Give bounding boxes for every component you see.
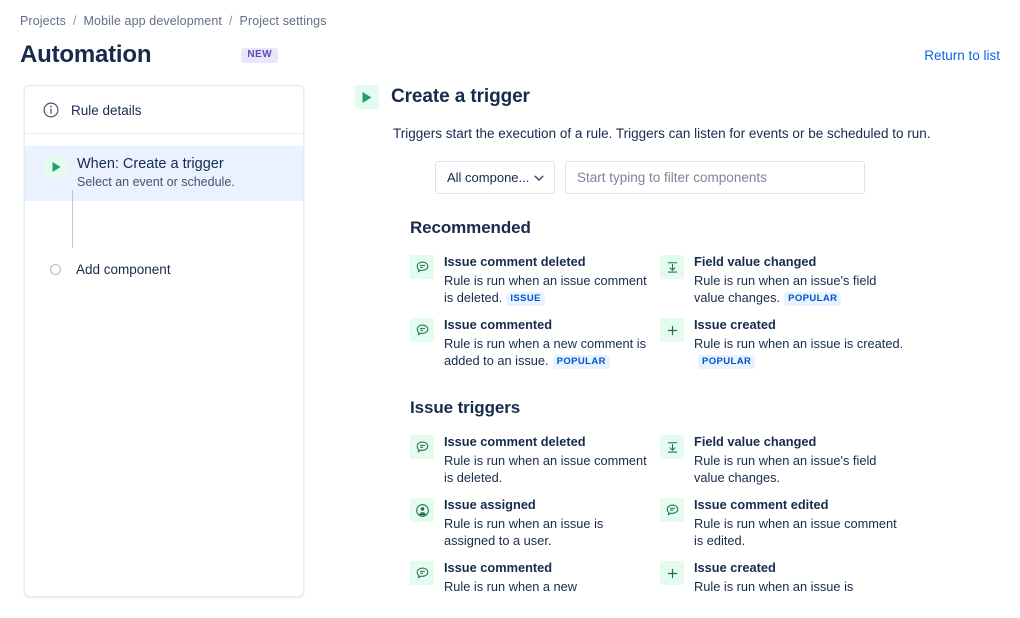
component-filter-input[interactable] (565, 161, 865, 194)
trigger-item[interactable]: Issue commented Rule is run when a new c… (410, 311, 660, 374)
empty-circle-icon (50, 264, 61, 275)
new-badge: NEW (241, 47, 279, 63)
trigger-description: Rule is run when a new comment is added … (444, 336, 646, 368)
trigger-tag: POPULAR (784, 292, 842, 306)
trigger-description: Rule is run when an issue comment is edi… (694, 516, 897, 548)
trigger-description: Rule is run when an issue is created. (694, 336, 904, 351)
trigger-name: Issue created (694, 317, 776, 332)
page-title: Automation (20, 41, 152, 68)
trigger-item[interactable]: Issue comment edited Rule is run when an… (660, 491, 910, 554)
trigger-item[interactable]: Issue assigned Rule is run when an issue… (410, 491, 660, 554)
comment-icon (660, 498, 684, 522)
trigger-name: Issue comment deleted (444, 254, 586, 269)
component-type-select[interactable]: All compone... (435, 161, 555, 194)
trigger-description: Rule is run when a new (444, 579, 578, 594)
rule-tree: When: Create a trigger Select an event o… (25, 134, 303, 285)
trigger-description: Rule is run when an issue is assigned to… (444, 516, 604, 548)
info-icon (43, 102, 59, 118)
trigger-description: Rule is run when an issue comment is del… (444, 273, 647, 305)
trigger-name: Field value changed (694, 254, 817, 269)
page-header: Automation NEW Return to list (20, 38, 1000, 72)
chevron-down-icon (533, 172, 545, 184)
node-title: When: Create a trigger (77, 156, 224, 172)
trigger-description: Rule is run when an issue's field value … (694, 453, 877, 485)
comment-icon (410, 435, 434, 459)
field-value-icon (660, 255, 684, 279)
field-value-icon (660, 435, 684, 459)
section-issue-triggers: Issue triggers Issue comment deleted Rul… (410, 398, 995, 600)
trigger-description: Rule is run when an issue is (694, 579, 854, 594)
plus-icon (660, 561, 684, 585)
trigger-name: Issue created (694, 560, 776, 575)
comment-icon (410, 255, 434, 279)
trigger-name: Issue assigned (444, 497, 536, 512)
filter-row: All compone... (435, 161, 995, 194)
component-type-select-value: All compone... (447, 170, 530, 185)
trigger-tag: POPULAR (698, 355, 756, 369)
breadcrumb-item-project[interactable]: Mobile app development (84, 14, 222, 28)
panel-title: Create a trigger (391, 86, 530, 107)
comment-icon (410, 318, 434, 342)
play-icon (45, 156, 67, 178)
breadcrumb-separator: / (228, 14, 233, 28)
trigger-item[interactable]: Issue comment deleted Rule is run when a… (410, 248, 660, 311)
trigger-name: Issue comment edited (694, 497, 829, 512)
node-subtitle: Select an event or schedule. (77, 175, 235, 189)
trigger-name: Issue commented (444, 560, 553, 575)
sidebar-item-label: Rule details (71, 102, 142, 118)
panel-description: Triggers start the execution of a rule. … (393, 126, 931, 141)
plus-icon (660, 318, 684, 342)
trigger-item[interactable]: Field value changed Rule is run when an … (660, 428, 910, 491)
sidebar-item-add-component[interactable]: Add component (25, 254, 303, 285)
section-recommended: Recommended Issue comment deleted Rule i… (410, 218, 995, 374)
sidebar-item-rule-details[interactable]: Rule details (25, 86, 303, 134)
section-title: Recommended (410, 218, 531, 237)
return-to-list-link[interactable]: Return to list (924, 48, 1000, 63)
trigger-item[interactable]: Issue created Rule is run when an issue … (660, 554, 910, 600)
panel-header: Create a trigger (355, 85, 995, 109)
breadcrumb: Projects / Mobile app development / Proj… (20, 14, 327, 28)
trigger-grid: Issue comment deleted Rule is run when a… (410, 428, 995, 600)
trigger-grid: Issue comment deleted Rule is run when a… (410, 248, 995, 374)
rule-builder-card: Rule details When: Create a trigger Sele… (24, 85, 304, 597)
trigger-name: Field value changed (694, 434, 817, 449)
breadcrumb-separator: / (72, 14, 77, 28)
trigger-item[interactable]: Issue created Rule is run when an issue … (660, 311, 910, 374)
play-icon (355, 85, 379, 109)
trigger-name: Issue commented (444, 317, 553, 332)
create-trigger-panel: Create a trigger Triggers start the exec… (355, 85, 995, 600)
user-avatar-icon (410, 498, 434, 522)
breadcrumb-item-projects[interactable]: Projects (20, 14, 66, 28)
section-title: Issue triggers (410, 398, 521, 417)
trigger-item[interactable]: Field value changed Rule is run when an … (660, 248, 910, 311)
trigger-name: Issue comment deleted (444, 434, 586, 449)
trigger-description: Rule is run when an issue comment is del… (444, 453, 647, 485)
trigger-tag: ISSUE (506, 292, 545, 306)
breadcrumb-item-project-settings[interactable]: Project settings (240, 14, 327, 28)
tree-connector-line (72, 190, 73, 248)
node-title: Add component (76, 262, 171, 277)
trigger-item[interactable]: Issue commented Rule is run when a new (410, 554, 660, 600)
comment-icon (410, 561, 434, 585)
trigger-item[interactable]: Issue comment deleted Rule is run when a… (410, 428, 660, 491)
sidebar-item-when-create-a-trigger[interactable]: When: Create a trigger Select an event o… (25, 146, 303, 201)
trigger-tag: POPULAR (552, 355, 610, 369)
